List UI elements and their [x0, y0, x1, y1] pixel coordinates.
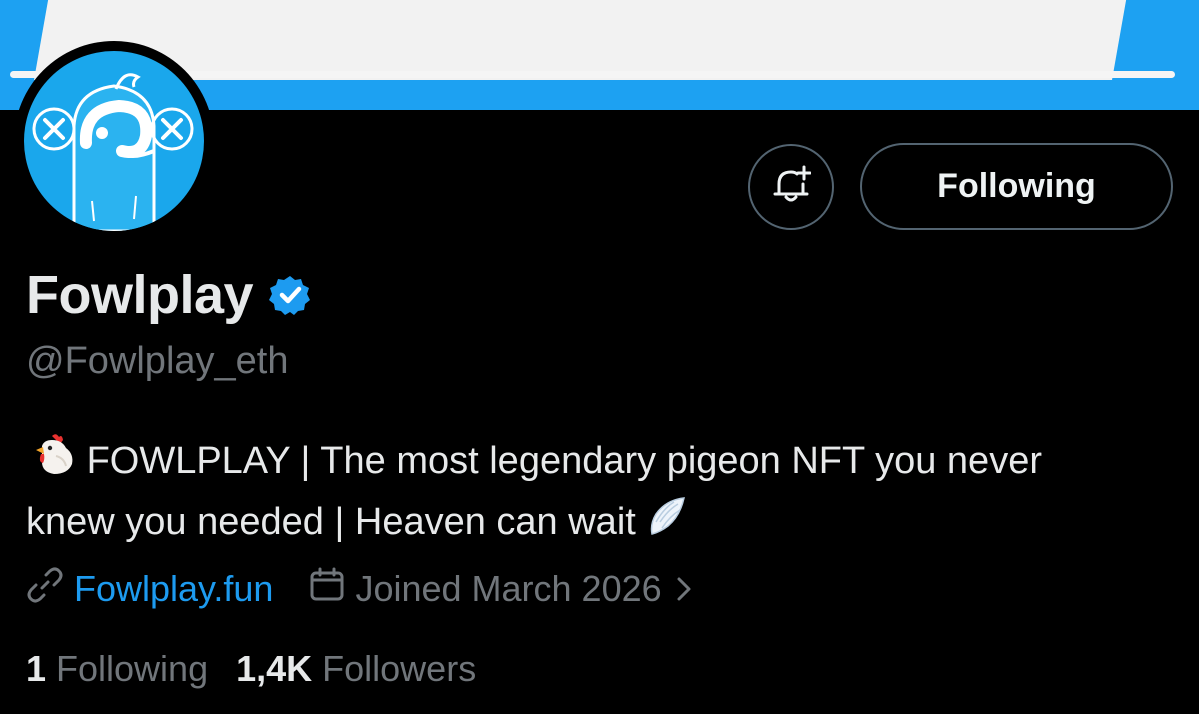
chicken-emoji-icon — [26, 432, 76, 493]
bio: FOWLPLAY | The most legendary pigeon NFT… — [26, 432, 1156, 555]
handle: @Fowlplay_eth — [26, 340, 289, 382]
bell-plus-icon — [771, 164, 812, 211]
bio-line-1: FOWLPLAY | The most legendary pigeon NFT… — [26, 432, 1156, 493]
link-icon — [26, 566, 74, 613]
banner-panel — [34, 0, 1127, 80]
pigeon-avatar-icon — [24, 51, 204, 231]
website-label[interactable]: Fowlplay.fun — [74, 568, 273, 610]
following-count: 1 — [26, 648, 47, 689]
display-name-row: Fowlplay — [26, 262, 311, 328]
wing-emoji-icon — [646, 494, 690, 555]
website-link[interactable]: Fowlplay.fun — [26, 566, 273, 613]
followers-stat[interactable]: 1,4K Followers — [236, 648, 476, 690]
verified-badge-icon[interactable] — [269, 274, 311, 316]
following-stat-label: Following — [56, 648, 209, 689]
followers-count: 1,4K — [236, 648, 313, 689]
bio-line-2-text: knew you needed | Heaven can wait — [26, 501, 636, 544]
followers-stat-label: Followers — [322, 648, 477, 689]
follow-stats: 1 Following 1,4K Followers — [26, 645, 476, 693]
following-stat[interactable]: 1 Following — [26, 648, 208, 690]
calendar-icon — [309, 567, 355, 612]
notifications-button[interactable] — [748, 144, 834, 230]
profile-meta: Fowlplay.fun Joined March 2026 — [26, 566, 702, 612]
joined-date[interactable]: Joined March 2026 — [309, 567, 701, 612]
bio-line-2: knew you needed | Heaven can wait — [26, 493, 1156, 554]
chevron-right-icon — [676, 576, 702, 602]
following-button[interactable]: Following — [860, 143, 1173, 230]
joined-label: Joined March 2026 — [355, 568, 662, 609]
avatar[interactable] — [14, 41, 214, 241]
bio-line-1-text: FOWLPLAY | The most legendary pigeon NFT… — [86, 440, 1042, 482]
display-name: Fowlplay — [26, 265, 254, 325]
